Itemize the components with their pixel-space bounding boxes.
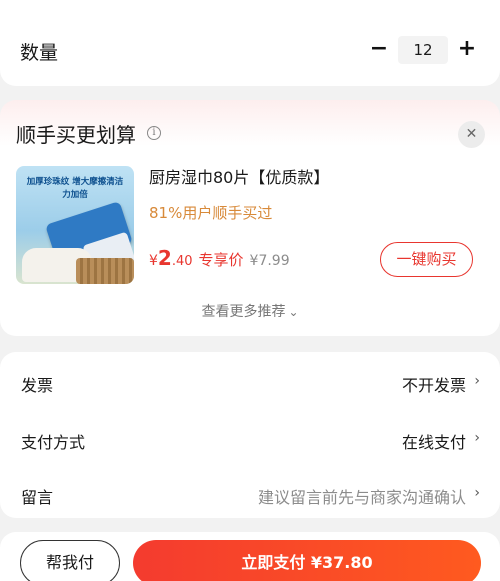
increment-button[interactable]: + — [456, 36, 478, 64]
invoice-row[interactable]: 发票 不开发票 › — [0, 368, 500, 398]
message-placeholder: 建议留言前先与商家沟通确认 — [257, 488, 466, 507]
chevron-right-icon: › — [474, 430, 480, 446]
product-image-text: 加厚珍珠纹 增大摩擦清洁力加倍 — [26, 177, 124, 200]
pay-now-button[interactable]: 立即支付 ¥37.80 — [133, 540, 481, 581]
quantity-stepper[interactable]: − 12 + — [368, 36, 478, 64]
invoice-value: 不开发票 — [401, 376, 466, 395]
quantity-input[interactable]: 12 — [398, 36, 448, 64]
info-icon[interactable]: i — [147, 126, 161, 140]
chevron-right-icon: › — [474, 373, 480, 389]
payment-method-value: 在线支付 — [401, 433, 466, 452]
price-currency: ¥ — [149, 253, 158, 269]
more-recommend-label: 查看更多推荐 — [201, 304, 286, 320]
original-price: ¥7.99 — [249, 253, 290, 269]
price-tag: 专享价 — [198, 251, 244, 269]
one-click-buy-button[interactable]: 一键购买 — [380, 242, 473, 277]
product-basket-shape — [76, 258, 134, 284]
help-pay-button[interactable]: 帮我付 — [20, 540, 120, 581]
chevron-right-icon: › — [474, 485, 480, 501]
recommend-title: 顺手买更划算 — [16, 123, 136, 147]
quantity-label: 数量 — [20, 42, 59, 64]
message-row[interactable]: 留言 建议留言前先与商家沟通确认 › — [0, 480, 500, 510]
chevron-down-icon: ⌄ — [288, 305, 299, 319]
invoice-label: 发票 — [21, 376, 54, 395]
product-image[interactable]: 加厚珍珠纹 增大摩擦清洁力加倍 — [16, 166, 134, 284]
price-decimal: .40 — [171, 254, 193, 269]
payment-method-label: 支付方式 — [21, 433, 86, 452]
price-row: ¥ 2 .40 专享价 ¥7.99 — [149, 246, 290, 270]
message-label: 留言 — [21, 488, 54, 507]
product-stat: 81%用户顺手买过 — [149, 204, 273, 222]
payment-method-row[interactable]: 支付方式 在线支付 › — [0, 425, 500, 455]
decrement-button[interactable]: − — [368, 36, 390, 64]
more-recommend-link[interactable]: 查看更多推荐 ⌄ — [0, 301, 500, 321]
price-integer: 2 — [157, 246, 172, 270]
close-icon[interactable]: ✕ — [458, 121, 485, 148]
product-name[interactable]: 厨房湿巾80片【优质款】 — [149, 164, 329, 188]
